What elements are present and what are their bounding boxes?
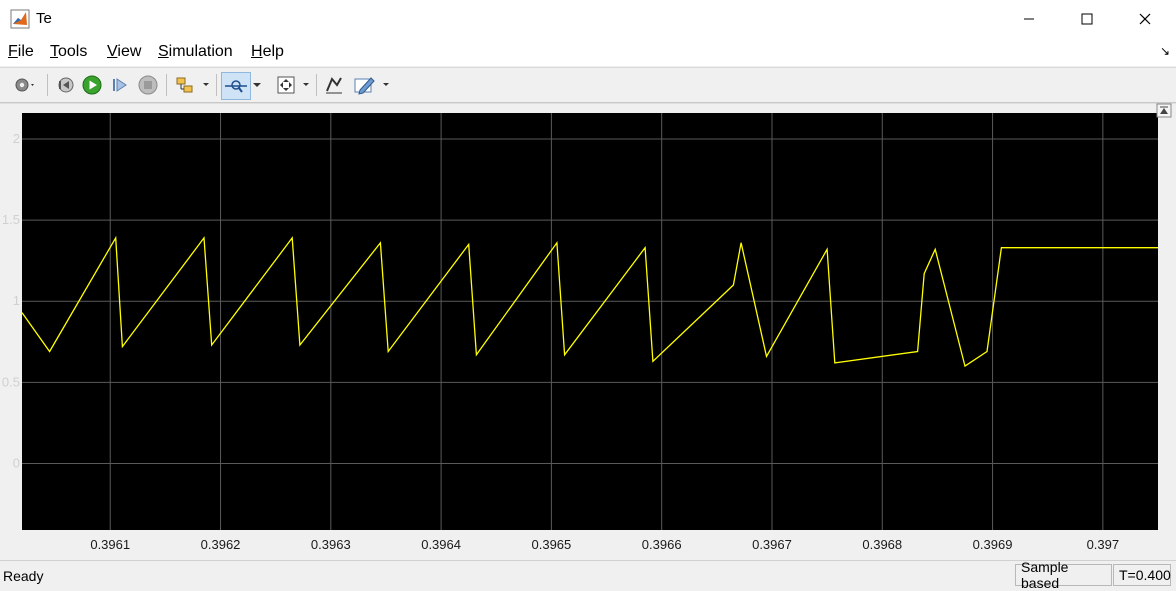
- y-tick-label: 2: [13, 131, 20, 146]
- matlab-logo-icon: [10, 9, 30, 29]
- close-icon: [1139, 13, 1151, 25]
- menu-simulation-accel: S: [158, 43, 169, 60]
- minimize-button[interactable]: [1000, 0, 1058, 38]
- toolbar-separator: [316, 74, 317, 96]
- cursor-measurement-button[interactable]: [322, 72, 346, 98]
- window-title: Te: [36, 10, 52, 27]
- stop-button[interactable]: [136, 72, 160, 98]
- step-back-icon: [58, 77, 74, 93]
- play-icon: [82, 75, 102, 95]
- menu-tools-accel: T: [50, 43, 58, 60]
- menu-file-accel: F: [8, 43, 18, 60]
- time-indicator: T=0.400: [1113, 564, 1171, 586]
- autoscale-button[interactable]: [272, 72, 312, 98]
- gear-icon: [15, 78, 34, 92]
- x-tick-label: 0.3968: [862, 537, 902, 552]
- zoom-button[interactable]: [221, 72, 251, 100]
- zoom-dropdown[interactable]: [251, 72, 263, 98]
- scope-plot-area: 0 0.5 1 1.5 2 0.3961 0.3962 0.3963 0.3964 0.3965…: [0, 102, 1176, 558]
- status-text: Ready: [3, 568, 44, 584]
- menu-tools-label: ools: [58, 43, 88, 60]
- maximize-icon: [1081, 13, 1093, 25]
- menu-simulation[interactable]: Simulation: [158, 43, 233, 61]
- menu-help[interactable]: Help: [251, 43, 284, 61]
- status-bar: Ready Sample based T=0.400: [0, 559, 1176, 591]
- menu-view-label: iew: [117, 43, 142, 60]
- highlight-button[interactable]: [172, 72, 212, 98]
- menu-bar: File Tools View Simulation Help ↘: [0, 38, 1176, 66]
- scope-chart[interactable]: 0 0.5 1 1.5 2 0.3961 0.3962 0.3963 0.3964 0.3965…: [0, 102, 1176, 558]
- title-bar: Te: [0, 0, 1176, 38]
- stop-icon: [138, 75, 158, 95]
- maximize-button[interactable]: [1058, 0, 1116, 38]
- y-axis-ticks: 0 0.5 1 1.5 2: [2, 131, 20, 471]
- toolbar-separator: [47, 74, 48, 96]
- x-tick-label: 0.3966: [642, 537, 682, 552]
- menu-view[interactable]: View: [107, 43, 141, 61]
- x-tick-label: 0.3969: [973, 537, 1013, 552]
- x-tick-label: 0.3963: [311, 537, 351, 552]
- menu-tools[interactable]: Tools: [50, 43, 87, 61]
- settings-button[interactable]: [4, 72, 44, 98]
- step-forward-icon: [113, 78, 127, 92]
- dock-arrow-icon[interactable]: ↘: [1160, 44, 1170, 58]
- x-tick-label: 0.3961: [90, 537, 130, 552]
- minimize-icon: [1024, 18, 1034, 20]
- toolbar: [0, 67, 1176, 103]
- sample-mode-indicator: Sample based: [1015, 559, 1112, 591]
- chevron-down-icon: [253, 83, 261, 87]
- autoscale-icon: [277, 76, 309, 94]
- highlight-block-icon: [176, 77, 209, 93]
- menu-help-label: elp: [262, 43, 284, 60]
- x-tick-label: 0.3962: [201, 537, 241, 552]
- axes-maximize-button[interactable]: [1156, 103, 1172, 118]
- toolbar-separator: [166, 74, 167, 96]
- x-tick-label: 0.3965: [532, 537, 572, 552]
- menu-file[interactable]: File: [8, 43, 34, 61]
- menu-view-accel: V: [107, 43, 118, 60]
- step-forward-button[interactable]: [108, 72, 132, 98]
- y-tick-label: 0: [13, 455, 20, 470]
- menu-simulation-label: imulation: [168, 43, 233, 60]
- toolbar-separator: [216, 74, 217, 96]
- menu-help-accel: H: [251, 43, 263, 60]
- menu-file-label: ile: [17, 43, 34, 60]
- x-tick-label: 0.3967: [752, 537, 792, 552]
- zoom-icon: [225, 80, 247, 93]
- step-back-button[interactable]: [53, 72, 77, 98]
- run-button[interactable]: [80, 72, 104, 98]
- close-button[interactable]: [1116, 0, 1174, 38]
- x-axis-ticks: 0.3961 0.3962 0.3963 0.3964 0.3965 0.3966 0.39…: [90, 537, 1119, 552]
- y-tick-label: 1: [13, 293, 20, 308]
- x-tick-label: 0.3964: [421, 537, 461, 552]
- pencil-icon: [354, 77, 389, 95]
- measurement-icon: [326, 77, 342, 94]
- x-tick-label: 0.397: [1087, 537, 1120, 552]
- style-button[interactable]: [350, 72, 392, 98]
- y-tick-label: 1.5: [2, 212, 20, 227]
- y-tick-label: 0.5: [2, 374, 20, 389]
